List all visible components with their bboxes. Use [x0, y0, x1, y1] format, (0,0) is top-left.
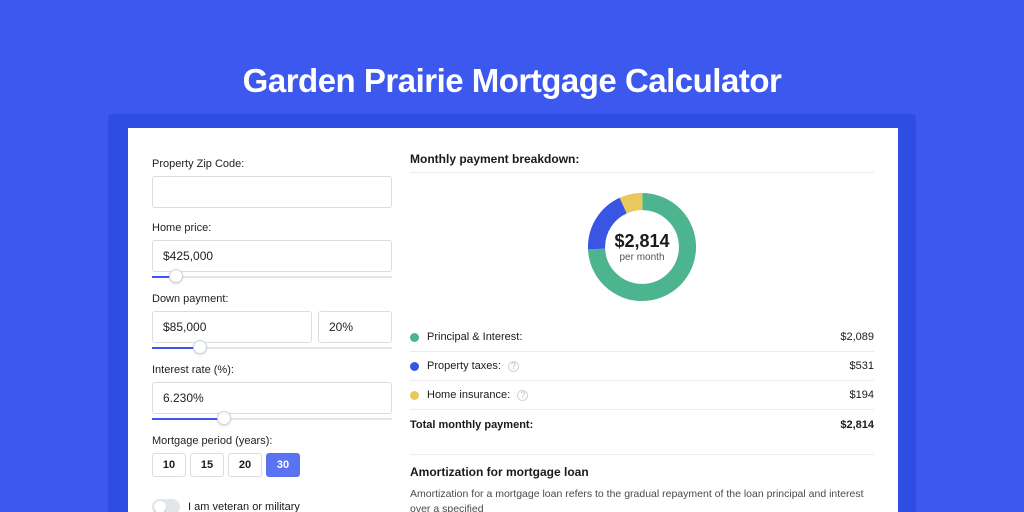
- veteran-toggle[interactable]: [152, 499, 180, 512]
- home-price-input[interactable]: [152, 240, 392, 272]
- info-icon[interactable]: ?: [517, 390, 528, 401]
- down-payment-slider[interactable]: [152, 342, 392, 354]
- home-price-slider[interactable]: [152, 271, 392, 283]
- legend-total-value: $2,814: [840, 419, 874, 431]
- donut-subtitle: per month: [619, 252, 664, 263]
- down-payment-label: Down payment:: [152, 293, 392, 305]
- calculator-card: Property Zip Code: Home price: Down paym…: [128, 128, 898, 512]
- donut-chart: $2,814 per month: [582, 187, 702, 307]
- breakdown-column: Monthly payment breakdown: $2,814 per mo…: [410, 152, 874, 512]
- donut-amount: $2,814: [614, 231, 669, 252]
- legend-total-label: Total monthly payment:: [410, 419, 840, 431]
- legend-label: Principal & Interest:: [427, 331, 840, 343]
- legend-row-principal: Principal & Interest: $2,089: [410, 323, 874, 352]
- interest-rate-label: Interest rate (%):: [152, 364, 392, 376]
- interest-rate-slider[interactable]: [152, 413, 392, 425]
- legend-dot-icon: [410, 362, 419, 371]
- form-column: Property Zip Code: Home price: Down paym…: [152, 152, 392, 512]
- veteran-row: I am veteran or military: [152, 499, 392, 512]
- legend-value: $194: [850, 389, 874, 401]
- breakdown-title: Monthly payment breakdown:: [410, 152, 874, 173]
- legend-value: $2,089: [840, 331, 874, 343]
- veteran-label: I am veteran or military: [188, 501, 300, 512]
- legend-row-taxes: Property taxes: ? $531: [410, 352, 874, 381]
- down-payment-percent-input[interactable]: [318, 311, 392, 343]
- legend-row-total: Total monthly payment: $2,814: [410, 410, 874, 440]
- period-options: 10 15 20 30: [152, 453, 392, 477]
- zip-input[interactable]: [152, 176, 392, 208]
- legend-value: $531: [850, 360, 874, 372]
- interest-rate-input[interactable]: [152, 382, 392, 414]
- breakdown-legend: Principal & Interest: $2,089 Property ta…: [410, 323, 874, 440]
- period-label: Mortgage period (years):: [152, 435, 392, 447]
- amortization-section: Amortization for mortgage loan Amortizat…: [410, 454, 874, 512]
- legend-row-insurance: Home insurance: ? $194: [410, 381, 874, 410]
- info-icon[interactable]: ?: [508, 361, 519, 372]
- legend-dot-icon: [410, 391, 419, 400]
- amortization-text: Amortization for a mortgage loan refers …: [410, 487, 874, 512]
- legend-dot-icon: [410, 333, 419, 342]
- period-option-15[interactable]: 15: [190, 453, 224, 477]
- period-option-10[interactable]: 10: [152, 453, 186, 477]
- home-price-label: Home price:: [152, 222, 392, 234]
- zip-label: Property Zip Code:: [152, 158, 392, 170]
- page-title: Garden Prairie Mortgage Calculator: [0, 0, 1024, 100]
- donut-chart-wrap: $2,814 per month: [410, 173, 874, 317]
- period-option-30[interactable]: 30: [266, 453, 300, 477]
- amortization-title: Amortization for mortgage loan: [410, 465, 874, 479]
- legend-label: Home insurance: ?: [427, 389, 850, 401]
- period-option-20[interactable]: 20: [228, 453, 262, 477]
- legend-label: Property taxes: ?: [427, 360, 850, 372]
- down-payment-amount-input[interactable]: [152, 311, 312, 343]
